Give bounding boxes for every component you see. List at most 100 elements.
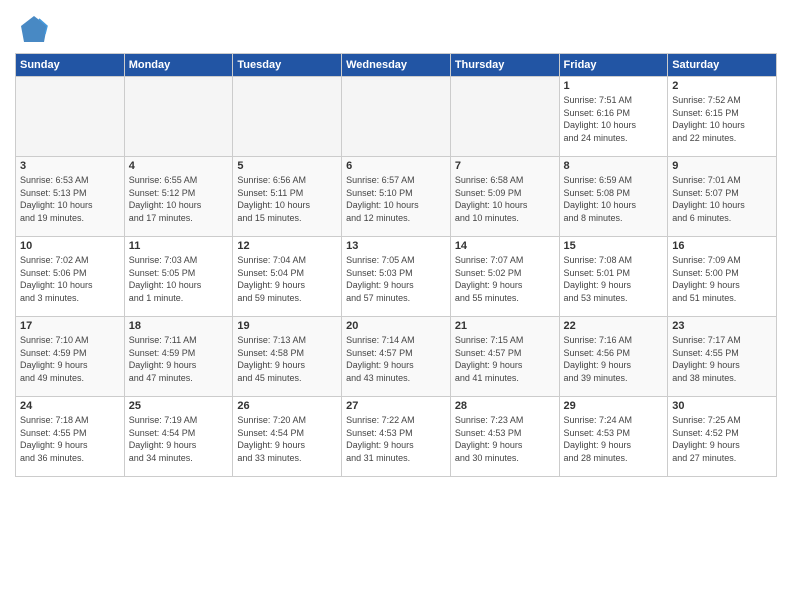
day-number: 18 [129,320,229,332]
day-info: Sunrise: 7:15 AM Sunset: 4:57 PM Dayligh… [455,335,524,383]
day-info: Sunrise: 7:08 AM Sunset: 5:01 PM Dayligh… [564,255,633,303]
day-info: Sunrise: 7:51 AM Sunset: 6:16 PM Dayligh… [564,95,637,143]
day-cell: 26 Sunrise: 7:20 AM Sunset: 4:54 PM Dayli… [233,397,342,477]
day-cell: 18 Sunrise: 7:11 AM Sunset: 4:59 PM Dayli… [124,317,233,397]
day-cell: 1 Sunrise: 7:51 AM Sunset: 6:16 PM Daylig… [559,77,668,157]
day-cell: 3 Sunrise: 6:53 AM Sunset: 5:13 PM Daylig… [16,157,125,237]
header-cell-thursday: Thursday [450,54,559,77]
calendar-table: SundayMondayTuesdayWednesdayThursdayFrid… [15,53,777,477]
day-cell: 7Sunrise: 6:58 AM Sunset: 5:09 PM Daylig… [450,157,559,237]
day-number: 13 [346,240,446,252]
day-info: Sunrise: 7:09 AM Sunset: 5:00 PM Dayligh… [672,255,741,303]
day-info: Sunrise: 7:07 AM Sunset: 5:02 PM Dayligh… [455,255,524,303]
day-info: Sunrise: 7:16 AM Sunset: 4:56 PM Dayligh… [564,335,633,383]
day-info: Sunrise: 6:56 AM Sunset: 5:11 PM Dayligh… [237,175,310,223]
logo-icon [19,14,49,44]
day-info: Sunrise: 7:22 AM Sunset: 4:53 PM Dayligh… [346,415,415,463]
week-row-2: 3 Sunrise: 6:53 AM Sunset: 5:13 PM Daylig… [16,157,777,237]
day-cell: 19 Sunrise: 7:13 AM Sunset: 4:58 PM Dayli… [233,317,342,397]
day-info: Sunrise: 7:10 AM Sunset: 4:59 PM Dayligh… [20,335,89,383]
day-info: Sunrise: 7:52 AM Sunset: 6:15 PM Dayligh… [672,95,745,143]
day-number: 9 [672,160,772,172]
day-info: Sunrise: 7:23 AM Sunset: 4:53 PM Dayligh… [455,415,524,463]
day-cell: 14 Sunrise: 7:07 AM Sunset: 5:02 PM Dayli… [450,237,559,317]
day-info: Sunrise: 6:59 AM Sunset: 5:08 PM Dayligh… [564,175,637,223]
day-cell [233,77,342,157]
day-cell: 15 Sunrise: 7:08 AM Sunset: 5:01 PM Dayli… [559,237,668,317]
day-number: 25 [129,400,229,412]
day-number: 26 [237,400,337,412]
day-cell: 29 Sunrise: 7:24 AM Sunset: 4:53 PM Dayli… [559,397,668,477]
day-number: 27 [346,400,446,412]
day-number: 15 [564,240,664,252]
day-info: Sunrise: 7:17 AM Sunset: 4:55 PM Dayligh… [672,335,741,383]
day-number: 14 [455,240,555,252]
day-number: 21 [455,320,555,332]
day-info: Sunrise: 7:02 AM Sunset: 5:06 PM Dayligh… [20,255,93,303]
day-number: 29 [564,400,664,412]
day-number: 30 [672,400,772,412]
day-number: 10 [20,240,120,252]
day-number: 19 [237,320,337,332]
day-info: Sunrise: 7:04 AM Sunset: 5:04 PM Dayligh… [237,255,306,303]
day-info: Sunrise: 7:24 AM Sunset: 4:53 PM Dayligh… [564,415,633,463]
day-info: Sunrise: 7:03 AM Sunset: 5:05 PM Dayligh… [129,255,202,303]
day-cell: 8 Sunrise: 6:59 AM Sunset: 5:08 PM Daylig… [559,157,668,237]
day-cell: 17 Sunrise: 7:10 AM Sunset: 4:59 PM Dayli… [16,317,125,397]
day-info: Sunrise: 6:57 AM Sunset: 5:10 PM Dayligh… [346,175,419,223]
day-info: Sunrise: 7:05 AM Sunset: 5:03 PM Dayligh… [346,255,415,303]
day-number: 1 [564,80,664,92]
day-cell: 10 Sunrise: 7:02 AM Sunset: 5:06 PM Dayli… [16,237,125,317]
day-number: 5 [237,160,337,172]
day-info: Sunrise: 7:18 AM Sunset: 4:55 PM Dayligh… [20,415,89,463]
week-row-3: 10 Sunrise: 7:02 AM Sunset: 5:06 PM Dayli… [16,237,777,317]
week-row-4: 17 Sunrise: 7:10 AM Sunset: 4:59 PM Dayli… [16,317,777,397]
day-info: Sunrise: 6:53 AM Sunset: 5:13 PM Dayligh… [20,175,93,223]
day-cell: 30Sunrise: 7:25 AM Sunset: 4:52 PM Dayli… [668,397,777,477]
day-cell: 2 Sunrise: 7:52 AM Sunset: 6:15 PM Daylig… [668,77,777,157]
day-info: Sunrise: 6:55 AM Sunset: 5:12 PM Dayligh… [129,175,202,223]
day-number: 22 [564,320,664,332]
day-number: 12 [237,240,337,252]
day-number: 23 [672,320,772,332]
day-cell: 20Sunrise: 7:14 AM Sunset: 4:57 PM Dayli… [342,317,451,397]
day-cell: 27 Sunrise: 7:22 AM Sunset: 4:53 PM Dayli… [342,397,451,477]
day-cell: 16Sunrise: 7:09 AM Sunset: 5:00 PM Dayli… [668,237,777,317]
day-cell: 11 Sunrise: 7:03 AM Sunset: 5:05 PM Dayli… [124,237,233,317]
day-cell: 23 Sunrise: 7:17 AM Sunset: 4:55 PM Dayli… [668,317,777,397]
day-cell [342,77,451,157]
day-number: 2 [672,80,772,92]
day-number: 11 [129,240,229,252]
day-cell: 22 Sunrise: 7:16 AM Sunset: 4:56 PM Dayli… [559,317,668,397]
logo-text [15,14,49,49]
day-number: 20 [346,320,446,332]
day-info: Sunrise: 7:01 AM Sunset: 5:07 PM Dayligh… [672,175,745,223]
day-info: Sunrise: 7:11 AM Sunset: 4:59 PM Dayligh… [129,335,197,383]
day-number: 8 [564,160,664,172]
day-cell [16,77,125,157]
day-cell: 28 Sunrise: 7:23 AM Sunset: 4:53 PM Dayli… [450,397,559,477]
day-cell: 13 Sunrise: 7:05 AM Sunset: 5:03 PM Dayli… [342,237,451,317]
day-cell: 4 Sunrise: 6:55 AM Sunset: 5:12 PM Daylig… [124,157,233,237]
day-cell: 21 Sunrise: 7:15 AM Sunset: 4:57 PM Dayli… [450,317,559,397]
day-number: 3 [20,160,120,172]
day-number: 28 [455,400,555,412]
day-info: Sunrise: 7:13 AM Sunset: 4:58 PM Dayligh… [237,335,306,383]
day-number: 17 [20,320,120,332]
header-cell-sunday: Sunday [16,54,125,77]
day-number: 4 [129,160,229,172]
day-cell: 6 Sunrise: 6:57 AM Sunset: 5:10 PM Daylig… [342,157,451,237]
day-cell: 12 Sunrise: 7:04 AM Sunset: 5:04 PM Dayli… [233,237,342,317]
day-cell [450,77,559,157]
day-cell [124,77,233,157]
day-number: 6 [346,160,446,172]
day-info: Sunrise: 6:58 AM Sunset: 5:09 PM Dayligh… [455,175,528,223]
header-cell-monday: Monday [124,54,233,77]
logo [15,14,49,49]
header-cell-tuesday: Tuesday [233,54,342,77]
header-cell-saturday: Saturday [668,54,777,77]
calendar-page: SundayMondayTuesdayWednesdayThursdayFrid… [0,0,792,487]
day-info: Sunrise: 7:20 AM Sunset: 4:54 PM Dayligh… [237,415,306,463]
day-cell: 9 Sunrise: 7:01 AM Sunset: 5:07 PM Daylig… [668,157,777,237]
header-cell-wednesday: Wednesday [342,54,451,77]
